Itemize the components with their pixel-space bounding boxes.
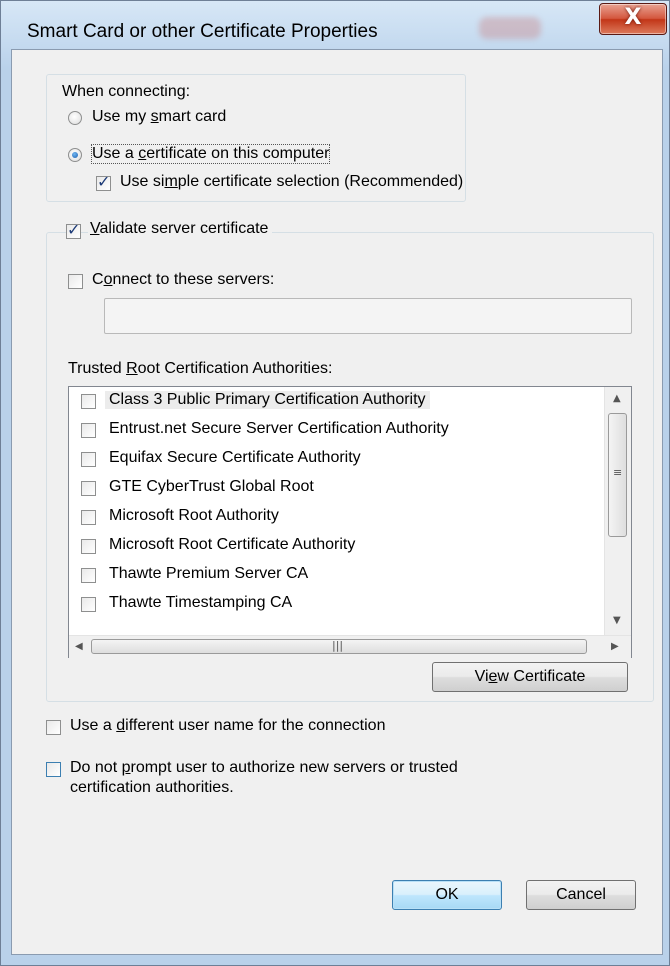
list-vertical-scrollbar[interactable]: ▲ ≡ ▼	[604, 387, 631, 635]
trusted-root-label: Trusted Root Certification Authorities:	[68, 360, 333, 377]
list-item-label: GTE CyberTrust Global Root	[109, 478, 314, 495]
connect-servers-label[interactable]: Connect to these servers:	[92, 271, 274, 289]
list-item-checkbox[interactable]	[81, 539, 96, 554]
connect-servers-checkbox[interactable]	[68, 274, 83, 289]
ok-button[interactable]: OK	[392, 880, 502, 910]
simple-selection-label[interactable]: Use simple certificate selection (Recomm…	[120, 173, 463, 191]
dialog-window: Smart Card or other Certificate Properti…	[0, 0, 670, 966]
grip-icon: ≡	[613, 466, 623, 479]
use-certificate-label[interactable]: Use a certificate on this computer	[90, 144, 331, 164]
vertical-scroll-thumb[interactable]: ≡	[608, 413, 627, 537]
use-smart-card-radio[interactable]	[68, 111, 82, 125]
list-item-checkbox[interactable]	[81, 481, 96, 496]
list-item-label: Class 3 Public Primary Certification Aut…	[105, 391, 430, 409]
list-item-label: Microsoft Root Authority	[109, 507, 279, 524]
no-prompt-label[interactable]: Do not prompt user to authorize new serv…	[70, 759, 458, 777]
validate-server-checkbox[interactable]	[66, 220, 81, 239]
list-horizontal-scrollbar[interactable]: ◀ ||| ▶	[69, 635, 631, 658]
cancel-button[interactable]: Cancel	[526, 880, 636, 910]
list-item-checkbox[interactable]	[81, 394, 96, 409]
different-user-checkbox[interactable]	[46, 720, 61, 735]
list-item-checkbox[interactable]	[81, 423, 96, 438]
when-connecting-label: When connecting:	[60, 83, 193, 101]
different-user-label[interactable]: Use a different user name for the connec…	[70, 717, 385, 735]
scroll-up-arrow-icon[interactable]: ▲	[613, 393, 621, 404]
window-title: Smart Card or other Certificate Properti…	[27, 21, 378, 42]
scroll-right-arrow-icon[interactable]: ▶	[611, 641, 619, 652]
scroll-left-arrow-icon[interactable]: ◀	[75, 641, 83, 652]
simple-selection-checkbox[interactable]	[96, 172, 111, 191]
list-item-label: Thawte Premium Server CA	[109, 565, 309, 582]
no-prompt-checkbox[interactable]	[46, 762, 61, 777]
close-icon: X	[624, 5, 642, 30]
list-item-checkbox[interactable]	[81, 568, 96, 583]
list-item-checkbox[interactable]	[81, 452, 96, 467]
use-certificate-radio[interactable]	[68, 148, 82, 162]
list-item-label: Equifax Secure Certificate Authority	[109, 449, 361, 466]
view-certificate-button[interactable]: View Certificate	[432, 662, 628, 692]
list-item-label: Microsoft Root Certificate Authority	[109, 536, 356, 553]
list-item-checkbox[interactable]	[81, 510, 96, 525]
close-button[interactable]: X	[599, 3, 667, 35]
list-item-label: Thawte Timestamping CA	[109, 594, 293, 611]
titlebar-glow	[479, 17, 541, 39]
dialog-client: When connecting: Use my smart card Use a…	[11, 49, 663, 955]
list-item-label: Entrust.net Secure Server Certification …	[109, 420, 449, 437]
horizontal-scroll-thumb[interactable]: |||	[91, 639, 587, 654]
scroll-down-arrow-icon[interactable]: ▼	[613, 615, 621, 626]
no-prompt-label-line2: certification authorities.	[70, 779, 234, 796]
grip-icon: |||	[332, 639, 344, 652]
use-smart-card-label[interactable]: Use my smart card	[92, 108, 226, 126]
list-item-checkbox[interactable]	[81, 597, 96, 612]
trusted-root-list[interactable]: Class 3 Public Primary Certification Aut…	[68, 386, 632, 658]
validate-server-label[interactable]: Validate server certificate	[88, 220, 273, 238]
servers-input[interactable]	[104, 298, 632, 334]
